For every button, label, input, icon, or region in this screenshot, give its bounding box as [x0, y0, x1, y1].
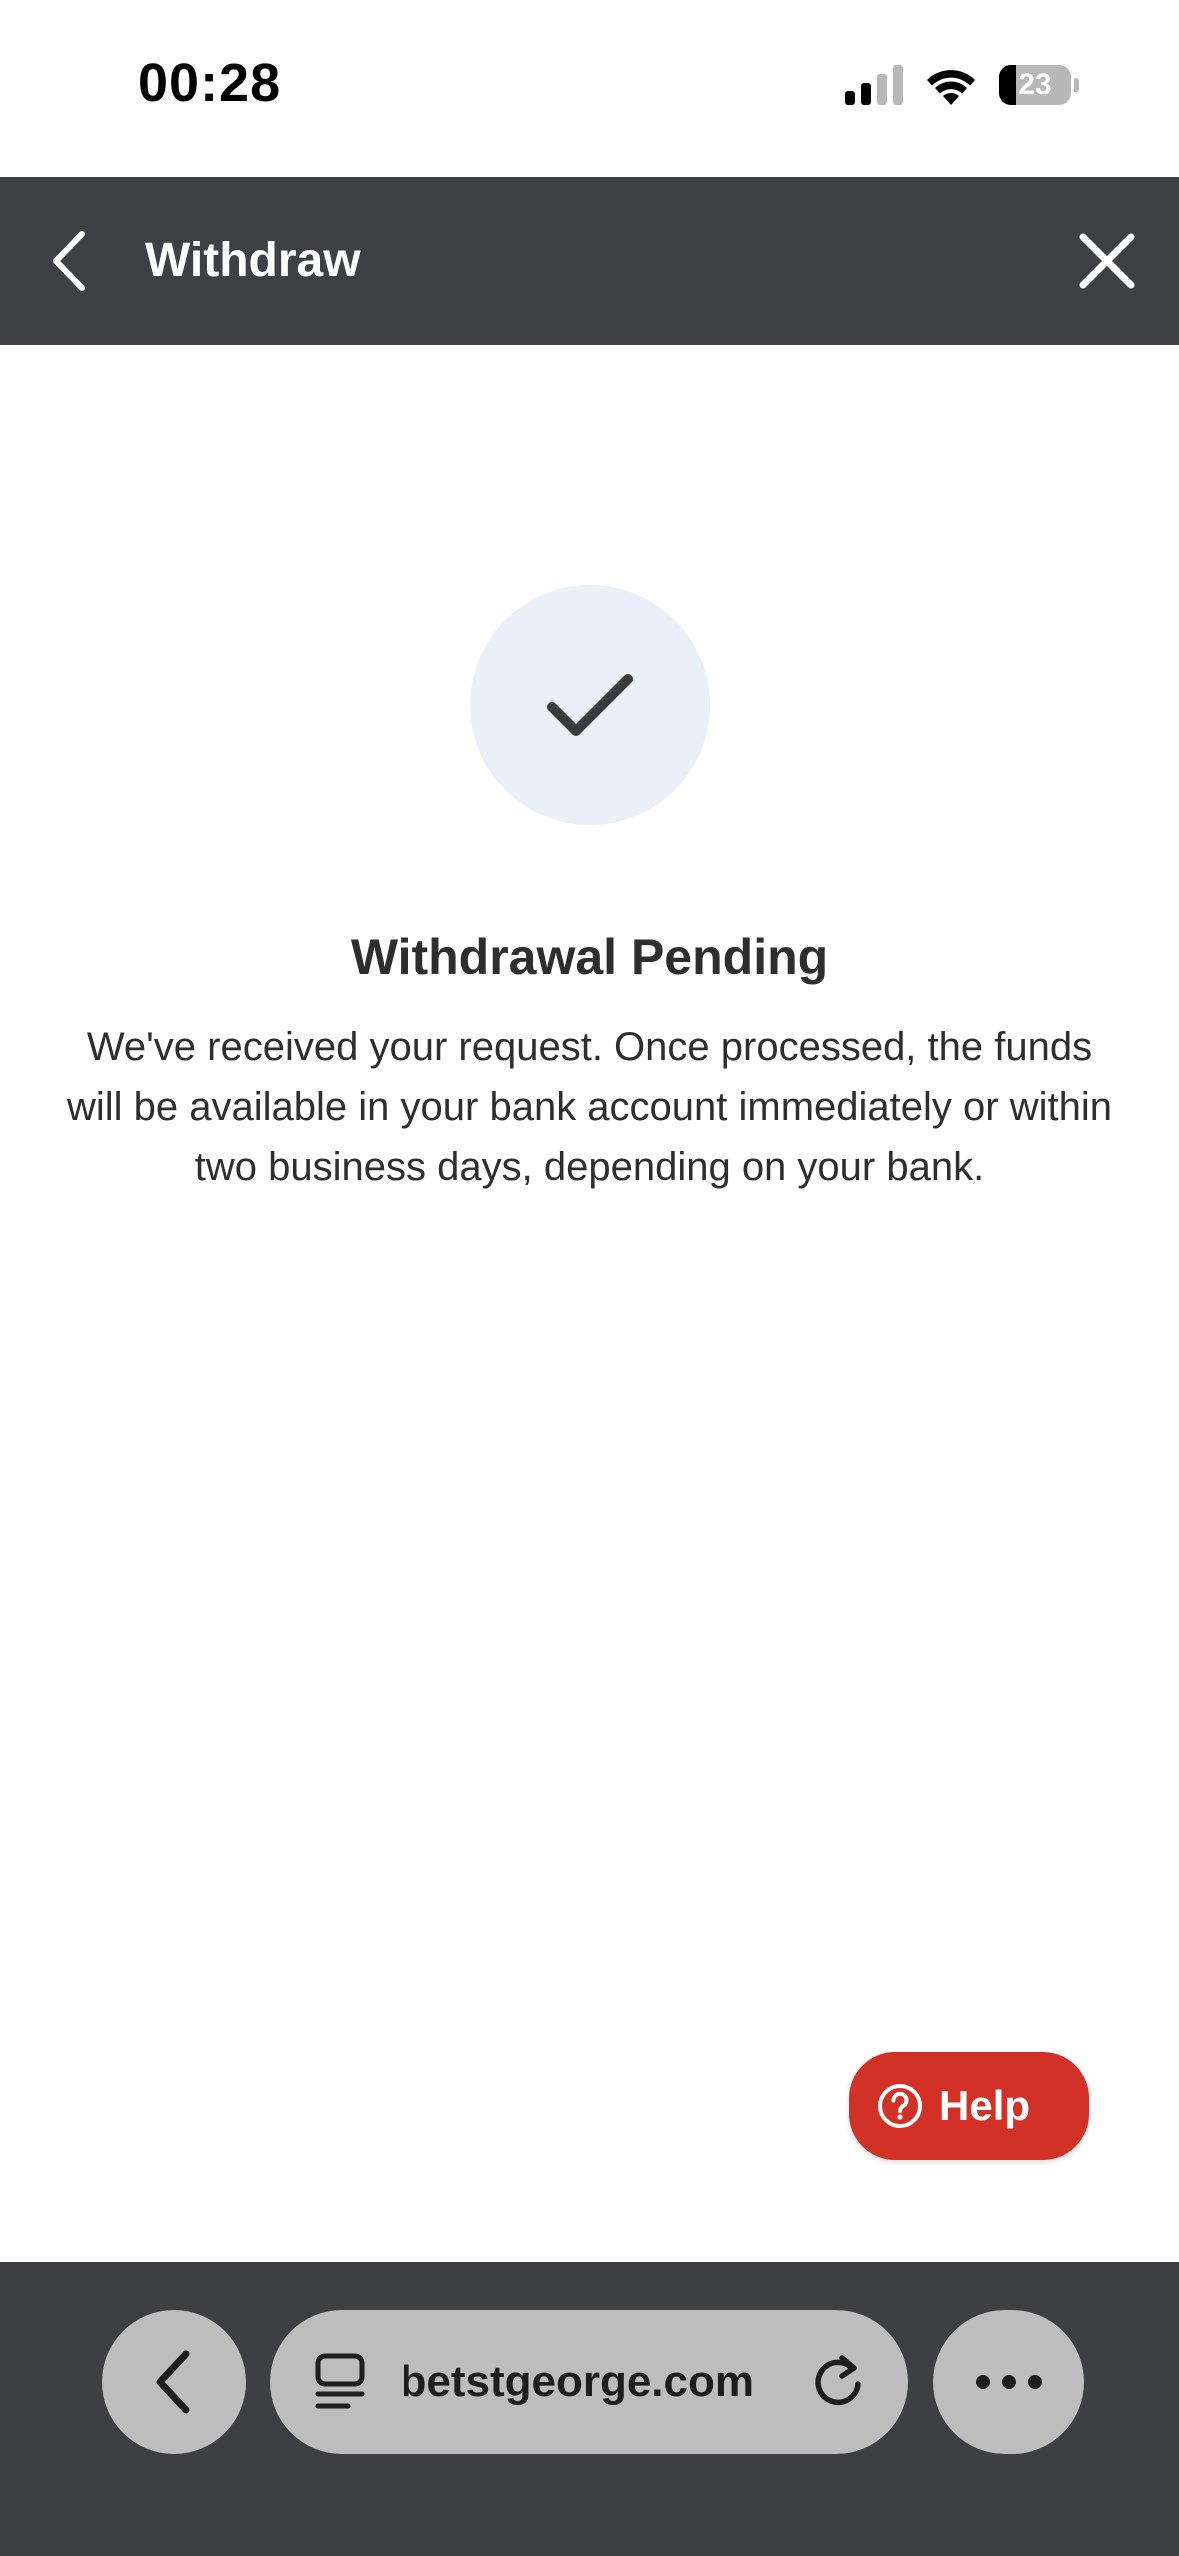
page-title: Withdraw	[145, 234, 361, 287]
header: Withdraw	[0, 177, 1179, 345]
chevron-left-icon	[156, 2350, 190, 2414]
question-circle-icon	[878, 2084, 922, 2128]
battery-cap	[1074, 78, 1079, 92]
success-badge	[470, 585, 710, 825]
ellipsis-icon	[976, 2375, 1042, 2389]
more-button[interactable]	[933, 2310, 1084, 2454]
tabs-icon[interactable]	[312, 2352, 372, 2412]
cellular-signal-icon	[845, 65, 903, 105]
status-bar: 00:28 23	[0, 0, 1179, 177]
close-icon	[1079, 233, 1135, 289]
browser-toolbar: betstgeorge.com	[0, 2262, 1179, 2556]
close-button[interactable]	[1071, 225, 1143, 297]
back-button[interactable]	[44, 226, 108, 296]
address-bar[interactable]: betstgeorge.com	[270, 2310, 908, 2454]
chevron-left-icon	[53, 231, 85, 291]
help-button[interactable]: Help	[849, 2052, 1089, 2160]
status-time: 00:28	[138, 53, 282, 113]
status-message: We've received your request. Once proces…	[67, 1025, 1112, 1189]
page: 00:28 23 Withdraw Withdrawal Pending We'…	[0, 0, 1179, 2556]
help-label: Help	[939, 2082, 1031, 2129]
checkmark-icon	[547, 674, 633, 736]
url-text: betstgeorge.com	[404, 2357, 754, 2406]
status-title: Withdrawal Pending	[350, 929, 829, 985]
battery-icon: 23	[999, 65, 1071, 105]
status-icons: 23	[845, 60, 1079, 110]
wifi-icon	[927, 70, 975, 105]
browser-back-button[interactable]	[102, 2310, 246, 2454]
reload-icon[interactable]	[808, 2352, 868, 2412]
battery-level: 23	[1018, 68, 1052, 101]
